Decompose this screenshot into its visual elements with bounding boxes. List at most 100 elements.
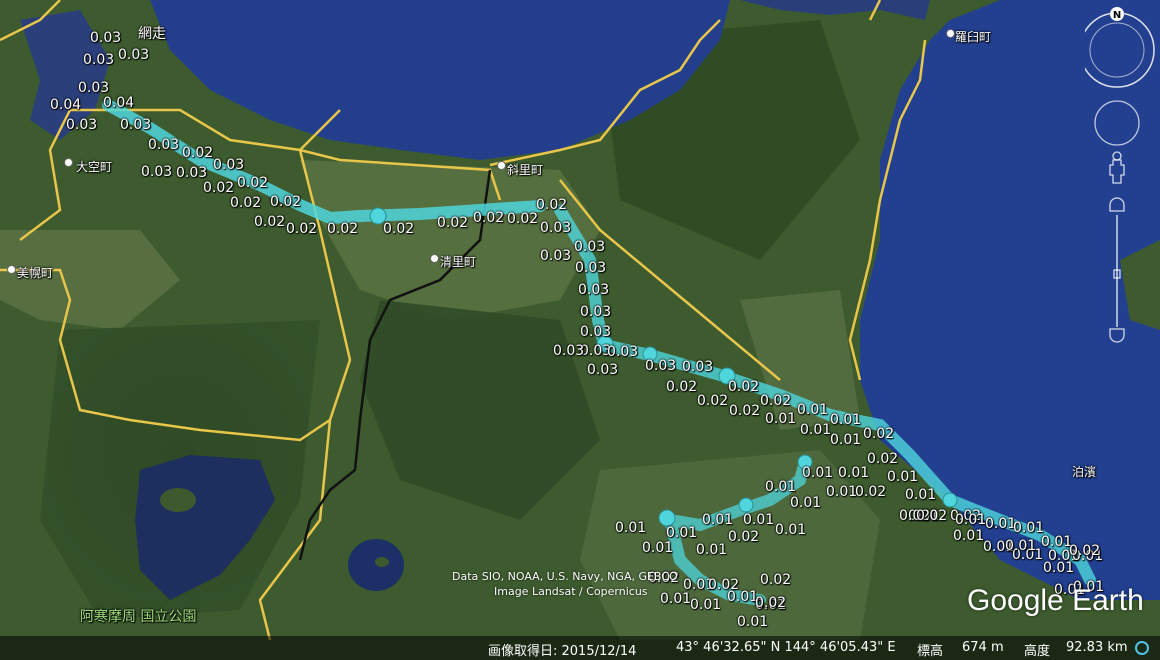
value-label: 0.03 <box>574 239 606 255</box>
value-label: 0.01 <box>615 520 647 536</box>
value-label: 0.03 <box>682 359 714 375</box>
navigation-controls[interactable]: N <box>1085 5 1160 355</box>
value-label: 0.01 <box>905 487 937 503</box>
altitude-value: 92.83 km <box>1066 640 1128 655</box>
value-label: 0.02 <box>383 221 415 237</box>
value-label: 0.01 <box>887 469 919 485</box>
place-label-abashiri: 網走 <box>138 26 166 42</box>
value-label: 0.01 <box>702 512 734 528</box>
value-label: 0.02 <box>755 595 787 611</box>
move-joystick-icon[interactable] <box>1094 100 1140 146</box>
value-label: 0.01 <box>696 542 728 558</box>
value-label: 0.01 <box>953 528 985 544</box>
value-label: 0.02 <box>708 577 740 593</box>
value-label: 0.02 <box>437 215 469 231</box>
value-label: 0.02 <box>760 572 792 588</box>
value-label: 0.03 <box>213 157 245 173</box>
altitude-label: 高度 <box>1024 644 1051 659</box>
value-label: 0.03 <box>540 220 572 236</box>
value-label: 0.01 <box>743 512 775 528</box>
park-label: 阿寒摩周 国立公園 <box>80 609 197 625</box>
value-label: 0.02 <box>760 393 792 409</box>
value-label: 0.01 <box>737 614 769 630</box>
value-label: 0.02 <box>666 379 698 395</box>
value-label: 0.02 <box>182 145 214 161</box>
place-dot <box>497 161 506 170</box>
value-label: 0.01 <box>765 479 797 495</box>
value-label: 0.01 <box>690 597 722 613</box>
value-label: 0.02 <box>237 175 269 191</box>
value-label: 0.02 <box>855 484 887 500</box>
value-label: 0.03 <box>176 165 208 181</box>
value-label: 0.01 <box>1043 560 1075 576</box>
place-label-rausu: 羅臼町 <box>955 30 992 44</box>
value-label: 0.02 <box>327 221 359 237</box>
elevation-label: 標高 <box>917 644 944 659</box>
place-label-kiyosato: 清里町 <box>440 255 477 269</box>
value-label: 0.03 <box>66 117 98 133</box>
value-label: 0.01 <box>985 516 1017 532</box>
value-label: 0.02 <box>863 426 895 442</box>
place-label-bihoro: 美幌町 <box>17 266 54 280</box>
place-dot <box>64 158 73 167</box>
place-dot <box>7 265 16 274</box>
value-label: 0.02 <box>536 197 568 213</box>
value-label: 0.02 <box>230 195 262 211</box>
value-label: 0.03 <box>141 164 173 180</box>
elevation-value: 674 m <box>962 640 1004 655</box>
zoom-in-icon[interactable] <box>1109 197 1125 212</box>
value-label: 0.01 <box>830 412 862 428</box>
value-label: 0.01 <box>666 525 698 541</box>
streaming-status-icon <box>1135 641 1149 655</box>
place-dot <box>946 29 955 38</box>
value-label: 0.03 <box>90 30 122 46</box>
place-dot <box>430 254 439 263</box>
value-label: 0.03 <box>540 248 572 264</box>
value-label: 0.03 <box>120 117 152 133</box>
value-label: 0.01 <box>775 522 807 538</box>
value-label: 0.03 <box>578 282 610 298</box>
value-label: 0.01 <box>800 422 832 438</box>
place-label-ozora: 大空町 <box>76 160 113 174</box>
value-label: 0.01 <box>790 495 822 511</box>
value-label: 0.03 <box>645 358 677 374</box>
value-label: 0.02 <box>507 211 539 227</box>
value-label: 0.01 <box>765 411 797 427</box>
status-bar: 画像取得日: 2015/12/14 43° 46'32.65" N 144° 4… <box>0 636 1160 660</box>
value-label: 0.02 <box>729 403 761 419</box>
value-label: 0.01 <box>1013 520 1045 536</box>
value-label: 0.01 <box>642 540 674 556</box>
value-label: 0.04 <box>50 97 82 113</box>
value-label: 0.01 <box>830 432 862 448</box>
value-label: 0.02 <box>867 451 899 467</box>
north-letter: N <box>1113 10 1121 21</box>
value-label: 0.03 <box>580 304 612 320</box>
zoom-out-icon[interactable] <box>1109 328 1125 343</box>
value-label: 0.01 <box>955 512 987 528</box>
look-joystick-icon[interactable] <box>1089 22 1145 78</box>
place-label-tomarihama: 泊濱 <box>1072 465 1097 479</box>
attribution-line: Image Landsat / Copernicus <box>494 585 648 598</box>
value-label: 0.02 <box>270 194 302 210</box>
value-label: 0.03 <box>118 47 150 63</box>
attribution-line: Data SIO, NOAA, U.S. Navy, NGA, GEBCO <box>452 570 678 583</box>
value-label: 0.02 <box>728 529 760 545</box>
value-label: 0.01 <box>802 465 834 481</box>
value-label: 0.02 <box>203 180 235 196</box>
value-label: 0.01 <box>797 402 829 418</box>
google-earth-logo: Google Earth <box>967 584 1144 617</box>
value-label: 0.03 <box>78 80 110 96</box>
value-label: 0.02 <box>286 221 318 237</box>
value-label: 0.03 <box>580 324 612 340</box>
attribution: Data SIO, NOAA, U.S. Navy, NGA, GEBCO Im… <box>452 569 678 599</box>
value-label: 0.02 <box>697 393 729 409</box>
value-label: 0.02 <box>1069 543 1101 559</box>
value-label: 0.02 <box>254 214 286 230</box>
value-label: 0.04 <box>103 95 135 111</box>
value-label: 0.03 <box>607 344 639 360</box>
value-label: 0.02 <box>473 210 505 226</box>
value-label: 0.01 <box>1005 538 1037 554</box>
map-view[interactable]: 網走 大空町 斜里町 清里町 美幌町 羅臼町 泊濱 阿寒摩周 国立公園 0.03… <box>0 0 1160 660</box>
street-view-person-icon[interactable] <box>1109 159 1125 184</box>
value-label: 0.03 <box>83 52 115 68</box>
